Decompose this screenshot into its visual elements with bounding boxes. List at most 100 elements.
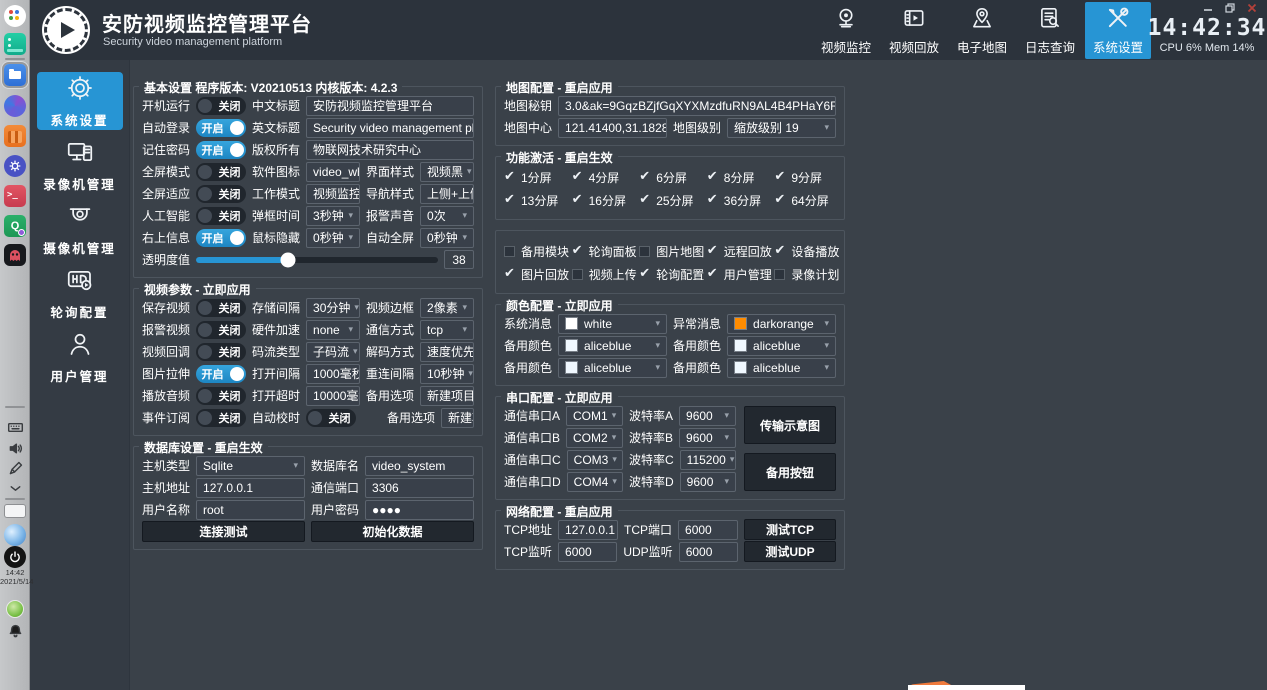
notes-app-icon[interactable] (4, 33, 26, 55)
color-dropdown[interactable]: white▾ (558, 314, 667, 334)
dropdown[interactable]: 9600▾ (679, 428, 736, 448)
toggle-switch[interactable]: 关闭 (196, 387, 246, 405)
checkbox-box[interactable] (639, 246, 650, 257)
slider[interactable] (196, 257, 438, 263)
toggle-switch[interactable]: 开启 (196, 365, 246, 383)
checkbox[interactable]: 13分屏 (504, 192, 566, 209)
sidebar-item-user-management[interactable]: 用户管理 (37, 328, 123, 386)
checkbox[interactable]: 1分屏 (504, 169, 566, 186)
software-store-icon[interactable] (4, 125, 26, 147)
text-input[interactable]: video_system (365, 456, 474, 476)
system-tools-icon[interactable] (4, 155, 26, 177)
sidebar-item-camera-management[interactable]: 摄像机管理 (37, 200, 123, 258)
slider-thumb[interactable] (280, 252, 295, 267)
input-method-icon[interactable] (4, 504, 26, 518)
toggle-switch[interactable]: 关闭 (196, 343, 246, 361)
dropdown[interactable]: 新建项目▾ (441, 408, 474, 428)
checkbox[interactable]: 64分屏 (774, 192, 836, 209)
dropdown[interactable]: COM4▾ (567, 472, 623, 492)
checkbox[interactable]: 录像计划 (774, 266, 836, 283)
checkbox-box[interactable] (707, 172, 718, 183)
app-launcher-icon[interactable] (4, 5, 26, 27)
toggle-switch[interactable]: 关闭 (196, 321, 246, 339)
color-dropdown[interactable]: darkorange▾ (727, 314, 836, 334)
button[interactable]: 测试UDP (744, 541, 836, 562)
dropdown[interactable]: COM1▾ (566, 406, 623, 426)
keyboard-icon[interactable] (7, 419, 24, 436)
checkbox[interactable]: 设备播放 (774, 243, 836, 260)
weather-icon[interactable] (4, 524, 26, 546)
volume-icon[interactable] (7, 440, 24, 457)
toggle-switch[interactable]: 关闭 (196, 299, 246, 317)
text-input[interactable]: Security video management platform (306, 118, 474, 138)
checkbox-box[interactable] (639, 172, 650, 183)
toggle-switch[interactable]: 关闭 (196, 97, 246, 115)
checkbox-box[interactable] (572, 269, 583, 280)
checkbox-box[interactable] (774, 172, 785, 183)
toggle-switch[interactable]: 开启 (196, 119, 246, 137)
text-input[interactable]: 121.41400,31.18280 (558, 118, 667, 138)
nav-system-settings[interactable]: 系统设置 (1085, 2, 1151, 59)
checkbox-box[interactable] (707, 269, 718, 280)
nav-log-query[interactable]: 日志查询 (1017, 2, 1083, 59)
dropdown[interactable]: 10000毫秒▾ (306, 386, 360, 406)
checkbox[interactable]: 4分屏 (572, 169, 634, 186)
checkbox[interactable]: 远程回放 (707, 243, 769, 260)
checkbox[interactable]: 图片回放 (504, 266, 566, 283)
toggle-switch[interactable]: 开启 (196, 229, 246, 247)
toggle-switch[interactable]: 关闭 (196, 409, 246, 427)
text-input[interactable]: 3306 (365, 478, 474, 498)
nav-video-playback[interactable]: 视频回放 (881, 2, 947, 59)
text-input[interactable]: root (196, 500, 305, 520)
text-input[interactable]: 安防视频监控管理平台 (306, 96, 474, 116)
toggle-switch[interactable]: 关闭 (196, 163, 246, 181)
nav-e-map[interactable]: 电子地图 (949, 2, 1015, 59)
dropdown[interactable]: 1000毫秒▾ (306, 364, 360, 384)
dropdown[interactable]: 新建项目▾ (420, 386, 474, 406)
checkbox-box[interactable] (774, 246, 785, 257)
file-manager-icon[interactable] (4, 64, 26, 86)
power-icon[interactable] (4, 546, 26, 568)
checkbox[interactable]: 8分屏 (707, 169, 769, 186)
checkbox-box[interactable] (504, 269, 515, 280)
dropdown[interactable]: 缩放级别 19▾ (727, 118, 836, 138)
updates-icon[interactable] (6, 600, 24, 618)
close-button[interactable] (1247, 3, 1257, 14)
checkbox[interactable]: 备用模块 (504, 243, 566, 260)
dropdown[interactable]: video_white▾ (306, 162, 360, 182)
button[interactable]: 初始化数据 (311, 521, 474, 542)
text-input[interactable]: 6000 (678, 520, 738, 540)
nav-video-monitor[interactable]: 视频监控 (813, 2, 879, 59)
checkbox[interactable]: 16分屏 (572, 192, 634, 209)
text-input[interactable]: 127.0.0.1 (196, 478, 305, 498)
checkbox[interactable]: 轮询面板 (572, 243, 634, 260)
dropdown[interactable]: 上侧+上侧▾ (420, 184, 474, 204)
checkbox[interactable]: 视频上传 (572, 266, 634, 283)
text-input[interactable]: 6000 (558, 542, 617, 562)
text-input[interactable]: 物联网技术研究中心 (306, 140, 474, 160)
button[interactable]: 连接测试 (142, 521, 305, 542)
checkbox-box[interactable] (639, 195, 650, 206)
checkbox-box[interactable] (707, 246, 718, 257)
checkbox-box[interactable] (707, 195, 718, 206)
toggle-switch[interactable]: 关闭 (196, 185, 246, 203)
screenshot-pen-icon[interactable] (7, 460, 24, 477)
color-dropdown[interactable]: aliceblue▾ (558, 358, 667, 378)
text-input[interactable]: ●●●● (365, 500, 474, 520)
checkbox-box[interactable] (774, 195, 785, 206)
restore-button[interactable] (1225, 3, 1235, 14)
dropdown[interactable]: Sqlite▾ (196, 456, 305, 476)
dropdown[interactable]: 速度优先▾ (420, 342, 474, 362)
notification-bell-icon[interactable] (7, 623, 24, 640)
color-dropdown[interactable]: aliceblue▾ (727, 358, 836, 378)
toggle-switch[interactable]: 关闭 (196, 207, 246, 225)
text-input[interactable]: 127.0.0.1 (558, 520, 618, 540)
dropdown[interactable]: 2像素▾ (420, 298, 474, 318)
text-input[interactable]: 6000 (679, 542, 738, 562)
color-dropdown[interactable]: aliceblue▾ (727, 336, 836, 356)
checkbox-box[interactable] (572, 172, 583, 183)
collapse-chevron-icon[interactable] (7, 480, 24, 497)
value-box[interactable]: 38 (444, 250, 474, 269)
dropdown[interactable]: 视频监控▾ (306, 184, 360, 204)
text-input[interactable]: 3.0&ak=9GqzBZjfGqXYXMzdfuRN9AL4B4PHaY6R (558, 96, 836, 116)
